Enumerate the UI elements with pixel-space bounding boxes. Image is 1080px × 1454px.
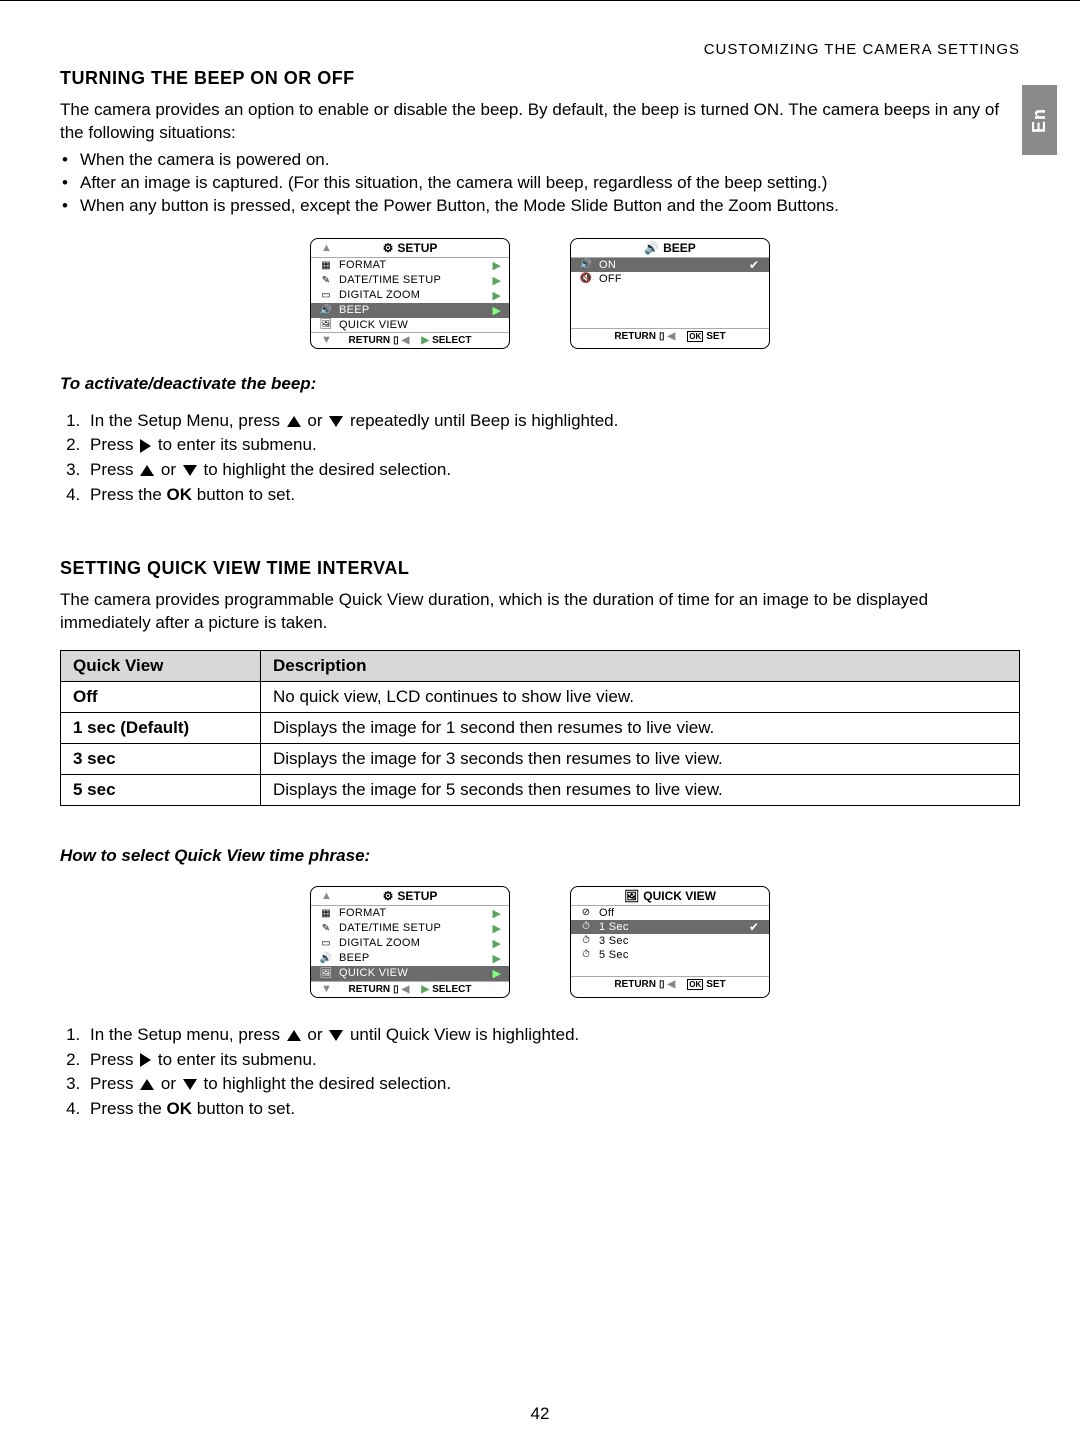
page-number: 42 xyxy=(0,1404,1080,1424)
ok-icon: OK xyxy=(687,331,703,342)
chevron-right-icon: ▶ xyxy=(493,967,501,980)
triangle-left-icon: ◀ xyxy=(668,331,676,342)
lcd-quickview-submenu: 🖼QUICK VIEW ⊘Off ⏱1 Sec✔ ⏱3 Sec ⏱5 Sec R… xyxy=(570,886,770,998)
off-icon: ⊘ xyxy=(579,907,593,918)
timer-icon: ⏱ xyxy=(579,935,593,946)
triangle-down-icon xyxy=(183,1079,197,1090)
table-cell: Off xyxy=(61,681,261,712)
table-cell: Displays the image for 1 second then res… xyxy=(261,712,1020,743)
zoom-icon: ▭ xyxy=(319,290,333,301)
section-title-quickview: SETTING QUICK VIEW TIME INTERVAL xyxy=(60,558,1020,579)
table-header: Quick View xyxy=(61,650,261,681)
bullet: When any button is pressed, except the P… xyxy=(80,195,1020,218)
speaker-on-icon: 🔊 xyxy=(579,259,593,270)
lcd-beep-submenu: 🔊BEEP 🔊ON✔ 🔇OFF RETURN▯◀ OKSET xyxy=(570,238,770,349)
table-cell: 5 sec xyxy=(61,774,261,805)
header-breadcrumb: CUSTOMIZING THE CAMERA SETTINGS xyxy=(60,41,1020,58)
datetime-icon: ✎ xyxy=(319,275,333,286)
table-cell: Displays the image for 3 seconds then re… xyxy=(261,743,1020,774)
triangle-up-icon xyxy=(287,1030,301,1041)
zoom-icon: ▭ xyxy=(319,938,333,949)
triangle-right-icon: ▶ xyxy=(421,335,429,346)
triangle-up-icon xyxy=(140,1079,154,1090)
check-icon: ✔ xyxy=(749,258,759,272)
down-icon: ▼ xyxy=(321,983,332,995)
table-header: Description xyxy=(261,650,1020,681)
quickview-table: Quick View Description OffNo quick view,… xyxy=(60,650,1020,806)
qv-subhead: How to select Quick View time phrase: xyxy=(60,846,1020,866)
table-cell: 3 sec xyxy=(61,743,261,774)
quickview-icon: 🖼 xyxy=(624,889,639,903)
up-icon: ▲ xyxy=(321,890,332,902)
setup-icon: ⚙ xyxy=(383,241,394,255)
setup-icon: ⚙ xyxy=(383,889,394,903)
bullet: When the camera is powered on. xyxy=(80,149,1020,172)
triangle-up-icon xyxy=(287,416,301,427)
beep-bullets: When the camera is powered on. After an … xyxy=(60,149,1020,218)
speaker-icon: 🔊 xyxy=(319,953,333,964)
table-cell: Displays the image for 5 seconds then re… xyxy=(261,774,1020,805)
down-icon: ▼ xyxy=(321,334,332,346)
chevron-right-icon: ▶ xyxy=(493,922,501,935)
language-tab: En xyxy=(1022,85,1057,155)
speaker-off-icon: 🔇 xyxy=(579,273,593,284)
chevron-right-icon: ▶ xyxy=(493,937,501,950)
lcd-setup-quickview: ▲⚙SETUP ▦FORMAT▶ ✎DATE/TIME SETUP▶ ▭DIGI… xyxy=(310,886,510,998)
format-icon: ▦ xyxy=(319,260,333,271)
bullet: After an image is captured. (For this si… xyxy=(80,172,1020,195)
triangle-right-icon xyxy=(140,439,151,453)
section-title-beep: TURNING THE BEEP ON OR OFF xyxy=(60,68,1020,89)
triangle-down-icon xyxy=(183,465,197,476)
lcd-setup-beep: ▲⚙SETUP ▦FORMAT▶ ✎DATE/TIME SETUP▶ ▭DIGI… xyxy=(310,238,510,349)
triangle-right-icon xyxy=(140,1053,151,1067)
chevron-right-icon: ▶ xyxy=(493,952,501,965)
triangle-down-icon xyxy=(329,1030,343,1041)
chevron-right-icon: ▶ xyxy=(493,304,501,317)
speaker-icon: 🔊 xyxy=(319,305,333,316)
beep-intro: The camera provides an option to enable … xyxy=(60,99,1020,145)
triangle-down-icon xyxy=(329,416,343,427)
chevron-right-icon: ▶ xyxy=(493,907,501,920)
triangle-left-icon: ◀ xyxy=(402,335,410,346)
quickview-icon: 🖼 xyxy=(319,968,333,979)
ok-icon: OK xyxy=(687,979,703,990)
check-icon: ✔ xyxy=(749,920,759,934)
triangle-left-icon: ◀ xyxy=(402,984,410,995)
beep-subhead: To activate/deactivate the beep: xyxy=(60,374,1020,394)
timer-icon: ⏱ xyxy=(579,921,593,932)
triangle-left-icon: ◀ xyxy=(668,979,676,990)
datetime-icon: ✎ xyxy=(319,923,333,934)
up-icon: ▲ xyxy=(321,242,332,254)
format-icon: ▦ xyxy=(319,908,333,919)
quickview-icon: 🖼 xyxy=(319,319,333,330)
timer-icon: ⏱ xyxy=(579,949,593,960)
table-cell: 1 sec (Default) xyxy=(61,712,261,743)
chevron-right-icon: ▶ xyxy=(493,274,501,287)
chevron-right-icon: ▶ xyxy=(493,289,501,302)
beep-steps: In the Setup Menu, press or repeatedly u… xyxy=(60,409,1020,507)
speaker-icon: 🔊 xyxy=(644,241,659,255)
triangle-right-icon: ▶ xyxy=(421,984,429,995)
chevron-right-icon: ▶ xyxy=(493,259,501,272)
table-cell: No quick view, LCD continues to show liv… xyxy=(261,681,1020,712)
triangle-up-icon xyxy=(140,465,154,476)
qv-steps: In the Setup menu, press or until Quick … xyxy=(60,1023,1020,1121)
qv-intro: The camera provides programmable Quick V… xyxy=(60,589,1020,635)
